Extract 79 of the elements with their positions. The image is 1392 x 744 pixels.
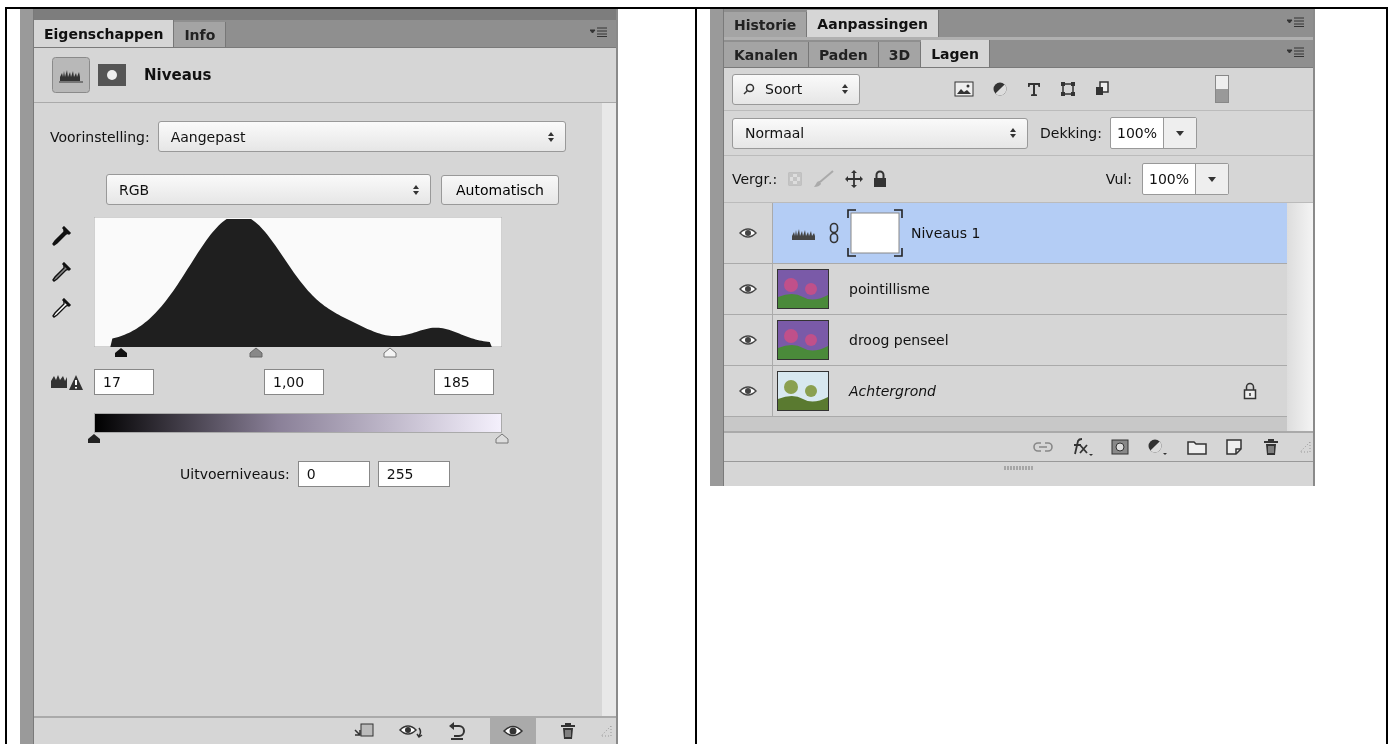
opacity-field[interactable]: 100%: [1110, 117, 1197, 149]
link-icon[interactable]: [829, 222, 839, 244]
visibility-toggle[interactable]: [490, 718, 536, 744]
opacity-label: Dekking:: [1040, 125, 1102, 141]
lock-label: Vergr.:: [732, 171, 778, 187]
folder-icon[interactable]: [1187, 439, 1207, 455]
updown-arrows-icon: [412, 183, 420, 196]
eye-icon: [502, 723, 524, 739]
auto-button[interactable]: Automatisch: [441, 174, 559, 205]
panel-tab[interactable]: 3D: [878, 42, 922, 67]
layer-name[interactable]: pointillisme: [849, 281, 930, 297]
layer-name[interactable]: droog penseel: [849, 332, 949, 348]
panel-menu-icon[interactable]: [1287, 17, 1305, 27]
resize-grip-icon[interactable]: [1299, 441, 1311, 453]
delete-icon[interactable]: [1261, 437, 1281, 457]
search-icon: [743, 83, 755, 95]
filter-dropdown[interactable]: Soort: [732, 73, 860, 105]
layer-row[interactable]: Niveaus 1: [724, 203, 1287, 264]
fill-field[interactable]: 100%: [1141, 163, 1229, 195]
scrollbar[interactable]: [1287, 203, 1313, 431]
input-level-field[interactable]: 1,00: [264, 369, 324, 395]
caret-icon: [1176, 130, 1184, 136]
panel-title: Niveaus: [144, 66, 212, 84]
new-layer-icon[interactable]: [1225, 439, 1243, 455]
panel-menu-icon[interactable]: [1287, 47, 1305, 57]
delete-icon[interactable]: [558, 721, 578, 741]
input-level-field[interactable]: 185: [434, 369, 494, 395]
updown-arrows-icon: [547, 130, 555, 143]
panel-tab[interactable]: Eigenschappen: [34, 20, 175, 47]
input-shadow-slider[interactable]: [114, 347, 129, 358]
lock-icon[interactable]: [873, 170, 888, 188]
caret-icon: [1208, 176, 1216, 182]
preset-label: Voorinstelling:: [50, 128, 150, 145]
type-icon[interactable]: [1026, 81, 1042, 97]
eye-icon[interactable]: [739, 334, 757, 346]
input-level-field[interactable]: 17: [94, 369, 154, 395]
eye-icon[interactable]: [739, 283, 757, 295]
drag-handle-icon[interactable]: [1003, 466, 1034, 470]
half-circle-icon[interactable]: [992, 81, 1008, 97]
image-icon[interactable]: [954, 81, 974, 97]
layer-thumbnail[interactable]: [777, 371, 829, 411]
updown-arrows-icon: [1009, 127, 1017, 139]
panel-tab[interactable]: Lagen: [921, 40, 991, 67]
layer-thumbnail[interactable]: [777, 269, 829, 309]
layer-name[interactable]: Achtergrond: [849, 383, 936, 399]
preset-dropdown[interactable]: Aangepast: [157, 121, 566, 152]
layer-thumbnail[interactable]: [777, 320, 829, 360]
fill-label: Vul:: [1105, 171, 1132, 187]
blend-mode-dropdown[interactable]: Normaal: [732, 117, 1028, 149]
filter-toggle[interactable]: [1215, 75, 1229, 103]
output-level-field[interactable]: 0: [297, 461, 370, 487]
panel-tab[interactable]: Aanpassingen: [807, 10, 939, 37]
eye-icon[interactable]: [739, 227, 757, 239]
layer-name[interactable]: Niveaus 1: [911, 225, 981, 241]
panel-tab[interactable]: Info: [174, 22, 227, 47]
panel-tab[interactable]: Kanalen: [724, 42, 809, 67]
mask-icon[interactable]: [98, 64, 126, 86]
output-highlight-slider[interactable]: [495, 433, 509, 444]
output-shadow-slider[interactable]: [87, 433, 101, 444]
output-level-field[interactable]: 255: [377, 461, 450, 487]
layer-row[interactable]: pointillisme: [724, 264, 1287, 315]
half-circle-icon[interactable]: [1147, 438, 1169, 456]
fx-icon[interactable]: [1071, 438, 1093, 456]
layer-row[interactable]: Achtergrond: [724, 366, 1287, 417]
updown-arrows-icon: [841, 83, 849, 95]
resize-grip-icon[interactable]: [600, 725, 612, 737]
mask-thumbnail[interactable]: [847, 209, 903, 257]
smart-object-icon[interactable]: [1094, 81, 1110, 97]
panel-menu-icon[interactable]: [590, 27, 608, 37]
panel-tab[interactable]: Historie: [724, 12, 808, 37]
mask-icon[interactable]: [1111, 439, 1129, 455]
layer-row[interactable]: droog penseel: [724, 315, 1287, 366]
output-levels-label: Uitvoerniveaus:: [180, 466, 290, 482]
move-icon[interactable]: [845, 170, 864, 188]
channel-dropdown[interactable]: RGB: [106, 174, 431, 205]
eye-icon[interactable]: [739, 385, 757, 397]
panel-tab[interactable]: Paden: [809, 42, 879, 67]
shape-icon[interactable]: [1060, 81, 1076, 97]
levels-icon[interactable]: [52, 57, 90, 93]
